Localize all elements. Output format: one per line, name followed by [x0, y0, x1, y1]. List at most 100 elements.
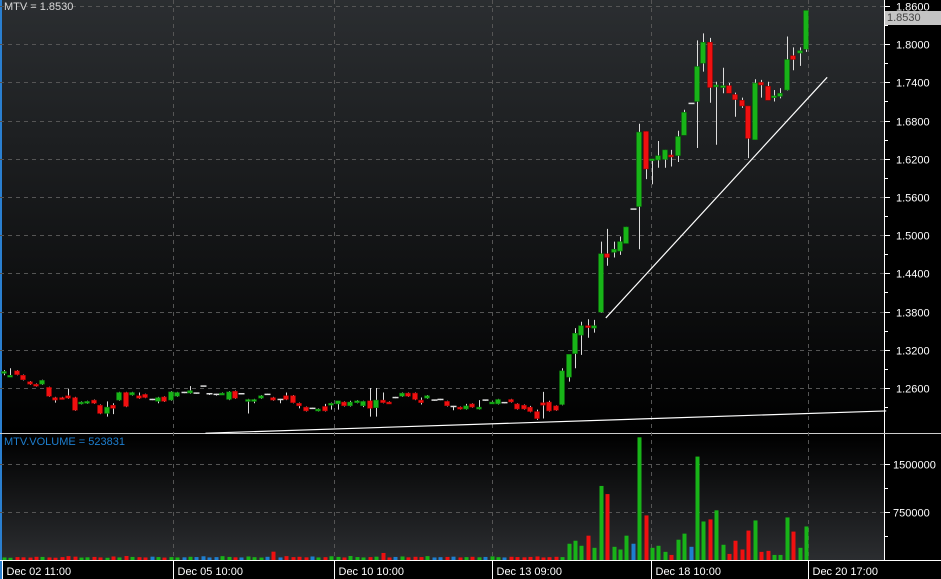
volume-bar: [265, 556, 270, 560]
volume-pane[interactable]: [0, 434, 884, 560]
candle-down: [136, 395, 142, 399]
price-pane[interactable]: [0, 0, 884, 433]
time-axis[interactable]: [0, 561, 941, 579]
candle-up: [752, 82, 758, 140]
volume-bar: [342, 557, 347, 560]
time-tick-label: Dec 02 11:00: [7, 566, 72, 578]
volume-bar: [605, 494, 610, 560]
volume-bar: [8, 557, 13, 560]
volume-bar: [599, 485, 604, 560]
volume-bar: [85, 557, 90, 560]
volume-bar: [785, 517, 790, 560]
candle-up: [636, 131, 642, 207]
volume-bar: [47, 557, 52, 560]
candle-down: [46, 387, 52, 397]
volume-bar: [387, 557, 392, 560]
candle-up: [424, 395, 430, 399]
candle-down: [27, 381, 33, 385]
price-tick-label: 1.5600: [896, 193, 930, 205]
volume-bar: [650, 547, 655, 560]
candle-up: [187, 390, 193, 394]
candle-down: [65, 395, 71, 399]
volume-bar: [188, 556, 193, 560]
volume-bar: [413, 556, 418, 560]
candle-up: [354, 400, 360, 403]
candle-down: [707, 42, 713, 88]
candle-up: [116, 392, 122, 401]
price-tick-label: 1.5000: [896, 231, 930, 243]
volume-bar: [425, 556, 430, 560]
volume-bar: [60, 557, 65, 560]
candle-down: [418, 399, 424, 403]
candle-down: [72, 397, 78, 411]
volume-bar: [194, 557, 199, 560]
volume-bar: [246, 556, 251, 560]
volume-bar: [374, 556, 379, 560]
volume-bar: [310, 556, 315, 560]
candle-up: [649, 158, 655, 162]
volume-bar: [502, 557, 507, 560]
candle-down: [412, 392, 418, 400]
volume-bar: [656, 545, 661, 560]
volume-bar: [477, 557, 482, 560]
candle-down: [534, 411, 540, 419]
candle-up: [226, 391, 232, 400]
candle-down: [514, 403, 520, 410]
candle-up: [219, 392, 225, 396]
volume-bar: [766, 550, 771, 560]
candle-up: [7, 375, 13, 378]
volume-bar: [458, 557, 463, 560]
volume-bar: [727, 553, 732, 560]
volume-bar: [355, 557, 360, 560]
candle-up: [598, 253, 604, 313]
volume-bar: [554, 556, 559, 560]
candle-down: [97, 404, 103, 414]
volume-bar: [162, 557, 167, 560]
volume-bar: [201, 556, 206, 560]
candle-up: [39, 380, 45, 385]
volume-series-title: MTV.VOLUME = 523831: [4, 436, 125, 448]
candle-down: [283, 395, 289, 400]
volume-bar: [631, 543, 636, 560]
volume-bar: [753, 520, 758, 560]
candle-up: [476, 406, 482, 410]
volume-bar: [721, 544, 726, 560]
candle-down: [59, 397, 65, 400]
volume-bar: [175, 557, 180, 560]
candle-down: [726, 85, 732, 94]
volume-bar: [40, 556, 45, 560]
volume-bar: [323, 557, 328, 560]
volume-bar: [470, 556, 475, 560]
candle-up: [700, 42, 706, 64]
candle-up: [797, 50, 803, 54]
volume-bar: [592, 547, 597, 560]
volume-bar: [336, 556, 341, 560]
volume-bar: [15, 557, 20, 560]
volume-bar: [368, 557, 373, 560]
candle-down: [469, 403, 475, 408]
volume-bar: [541, 557, 546, 560]
volume-bar: [34, 556, 39, 560]
volume-bar: [746, 530, 751, 560]
volume-bar: [618, 549, 623, 560]
candle-up: [617, 241, 623, 252]
volume-bar: [624, 535, 629, 560]
candle-up: [777, 92, 783, 97]
volume-bar: [798, 547, 803, 560]
candle-up: [495, 399, 501, 405]
volume-bar: [676, 539, 681, 560]
volume-bar: [297, 556, 302, 560]
candle-down: [91, 399, 97, 404]
candle-down: [142, 394, 148, 398]
stock-chart[interactable]: 1.86001.80001.74001.68001.62001.56001.50…: [0, 0, 941, 579]
candle-up: [315, 408, 321, 412]
candle-up: [623, 226, 629, 244]
volume-bar: [663, 551, 668, 560]
volume-bar: [778, 554, 783, 560]
price-tick-label: 1.7400: [896, 78, 930, 90]
volume-bar: [111, 556, 116, 560]
candle-down: [457, 406, 463, 410]
volume-bar: [150, 556, 155, 560]
volume-bar: [53, 557, 58, 560]
volume-bar: [361, 557, 366, 560]
